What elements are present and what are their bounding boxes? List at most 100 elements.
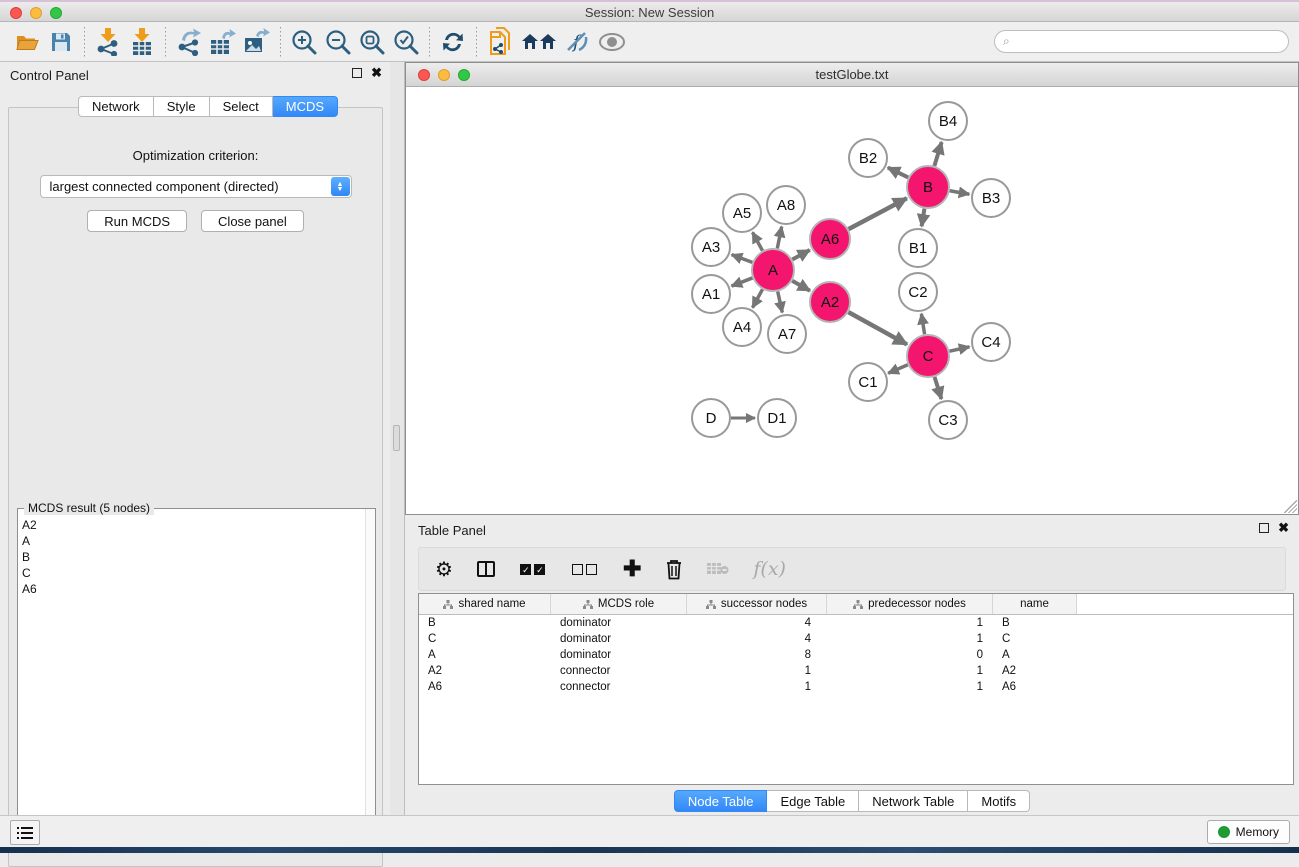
open-file-button[interactable] [10, 26, 44, 58]
column-header-shared-name[interactable]: shared name [419, 594, 551, 614]
table-settings-button[interactable]: ⚙ [435, 556, 453, 582]
tab-edge-table[interactable]: Edge Table [767, 790, 859, 812]
memory-button[interactable]: Memory [1207, 820, 1290, 844]
tab-network[interactable]: Network [78, 96, 154, 117]
memory-label: Memory [1236, 825, 1279, 839]
deselect-all-button[interactable] [571, 556, 599, 582]
table-float-icon[interactable] [1259, 523, 1269, 533]
list-item[interactable]: A [22, 533, 365, 549]
clone-network-icon [488, 27, 512, 57]
list-item[interactable]: A2 [22, 517, 365, 533]
graph-edge-B-B2[interactable] [888, 168, 908, 178]
zoom-in-button[interactable] [287, 26, 321, 58]
close-panel-icon[interactable]: ✖ [371, 68, 382, 78]
column-header-predecessor-nodes[interactable]: predecessor nodes [827, 594, 993, 614]
graph-edge-C-C2[interactable] [921, 314, 924, 335]
graph-edge-C-C1[interactable] [888, 365, 908, 374]
add-column-button[interactable]: ✚ [623, 556, 641, 582]
close-panel-button[interactable]: Close panel [201, 210, 304, 232]
list-item[interactable]: B [22, 549, 365, 565]
attribute-type-icon [583, 600, 593, 609]
delete-column-button[interactable] [665, 556, 683, 582]
table-row[interactable]: Cdominator41C [419, 631, 1293, 647]
refresh-layout-button[interactable] [436, 26, 470, 58]
tab-network-table[interactable]: Network Table [859, 790, 968, 812]
graph-edge-A-A5[interactable] [753, 232, 763, 250]
table-close-icon[interactable]: ✖ [1278, 523, 1289, 533]
show-columns-button[interactable] [477, 556, 495, 582]
tab-mcds[interactable]: MCDS [273, 96, 338, 117]
tab-motifs[interactable]: Motifs [968, 790, 1030, 812]
table-row[interactable]: Adominator80A [419, 647, 1293, 663]
graph-edge-C-C4[interactable] [949, 347, 969, 351]
graph-edge-A-A7[interactable] [778, 291, 783, 312]
control-panel: Control Panel ✖ Network Style Select MCD… [0, 62, 390, 815]
export-image-button[interactable] [240, 26, 274, 58]
save-session-button[interactable] [44, 26, 78, 58]
zoom-out-button[interactable] [321, 26, 355, 58]
table-cell: 0 [827, 647, 993, 663]
function-disabled-button[interactable]: f [561, 26, 595, 58]
graph-edge-B-B1[interactable] [922, 209, 925, 227]
graph-edge-A-A3[interactable] [732, 255, 753, 263]
graph-edge-A-A2[interactable] [792, 281, 810, 291]
graph-edge-A-A1[interactable] [732, 278, 753, 286]
divider-grip[interactable] [393, 425, 400, 451]
show-grid-button[interactable] [517, 26, 561, 58]
attribute-type-icon [706, 600, 716, 609]
graph-edge-A2-C[interactable] [848, 312, 907, 344]
list-item[interactable]: C [22, 565, 365, 581]
import-table-button[interactable] [125, 26, 159, 58]
graph-edge-A-A8[interactable] [777, 227, 781, 249]
export-table-button[interactable] [206, 26, 240, 58]
graph-node-label: B4 [939, 113, 957, 130]
graph-node-label: D1 [767, 410, 786, 427]
search-input[interactable] [1010, 32, 1288, 51]
graph-edge-A6-B[interactable] [849, 198, 907, 229]
export-network-button[interactable] [172, 26, 206, 58]
table-cell: connector [551, 679, 687, 695]
zoom-fit-button[interactable] [355, 26, 389, 58]
graph-edge-B-B3[interactable] [950, 191, 970, 194]
zoom-selected-button[interactable] [389, 26, 423, 58]
network-canvas[interactable]: B4B2BB3A8A5A6A3B1AC2A1A2A4A7C4CC1DD1C3 [406, 87, 1298, 514]
graph-edge-C-C3[interactable] [935, 377, 942, 399]
network-window-titlebar[interactable]: testGlobe.txt [406, 63, 1298, 87]
checked-box-icon: ✓ [534, 564, 545, 575]
unchecked-box-icon [586, 564, 597, 575]
graph-node-label: D [706, 410, 717, 427]
import-network-button[interactable] [91, 26, 125, 58]
table-cell: 1 [827, 663, 993, 679]
tab-style[interactable]: Style [154, 96, 210, 117]
tab-node-table[interactable]: Node Table [674, 790, 768, 812]
clone-network-button[interactable] [483, 26, 517, 58]
tab-select[interactable]: Select [210, 96, 273, 117]
split-pane-divider[interactable] [390, 62, 405, 815]
table-row[interactable]: Bdominator41B [419, 615, 1293, 631]
float-panel-icon[interactable] [352, 68, 362, 78]
select-all-button[interactable]: ✓✓ [519, 556, 547, 582]
table-row[interactable]: A6connector11A6 [419, 679, 1293, 695]
graph-edge-A-A6[interactable] [792, 250, 809, 260]
resize-grip-icon[interactable] [1284, 500, 1297, 513]
column-header-MCDS-role[interactable]: MCDS role [551, 594, 687, 614]
column-header-successor-nodes[interactable]: successor nodes [687, 594, 827, 614]
run-mcds-button[interactable]: Run MCDS [87, 210, 187, 232]
graph-edge-B-B4[interactable] [934, 142, 941, 166]
eye-button[interactable] [595, 26, 629, 58]
graph-edge-A-A4[interactable] [753, 289, 763, 307]
graph-node-label: B2 [859, 150, 877, 167]
table-cell: 4 [687, 631, 827, 647]
table-row[interactable]: A2connector11A2 [419, 663, 1293, 679]
criterion-select[interactable]: largest connected component (directed) ▲… [40, 175, 352, 198]
show-grid-icon [521, 31, 557, 53]
task-history-button[interactable] [10, 820, 40, 845]
result-scrollbar[interactable] [365, 509, 375, 844]
attribute-type-icon [443, 600, 453, 609]
table-toolbar: ⚙ ✓✓ ✚ f(x) [418, 547, 1286, 591]
column-header-name[interactable]: name [993, 594, 1077, 614]
open-file-icon [15, 32, 39, 52]
zoom-in-icon [291, 29, 317, 55]
gear-icon: ⚙ [435, 557, 453, 582]
list-item[interactable]: A6 [22, 581, 365, 597]
